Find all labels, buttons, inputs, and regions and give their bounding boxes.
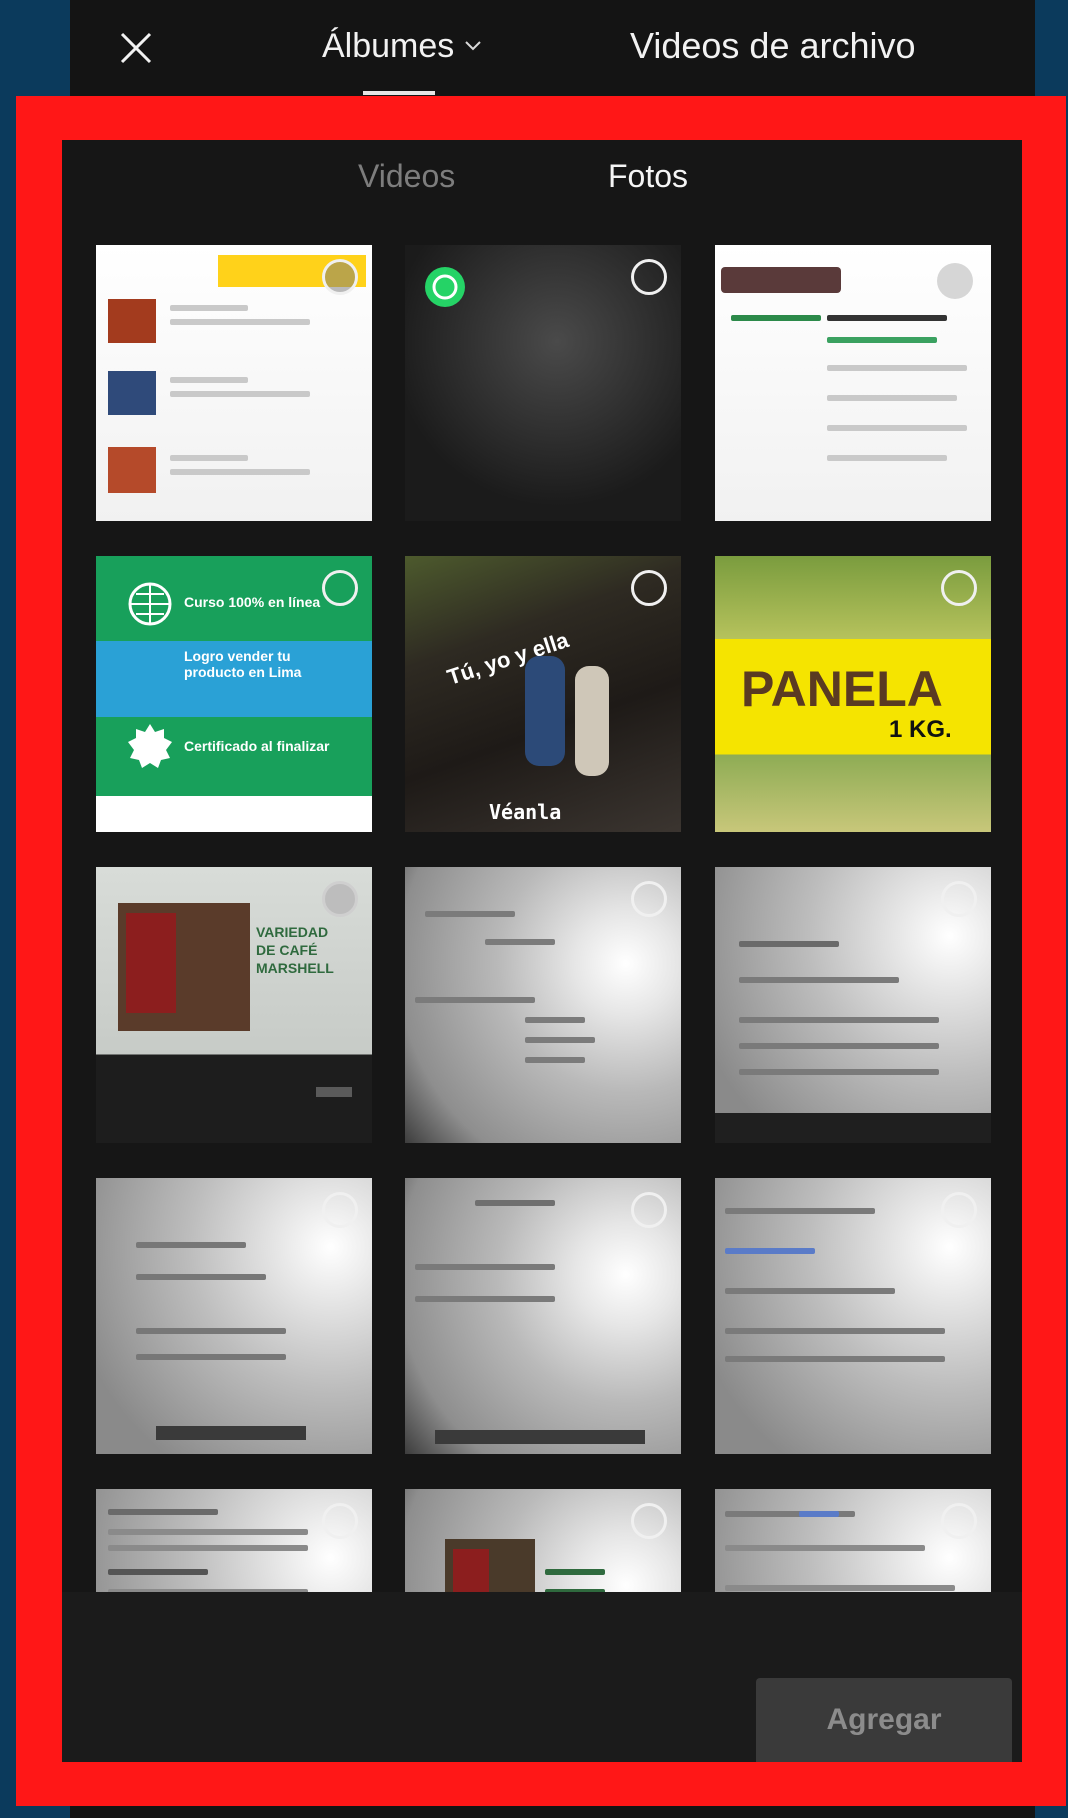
- course-text: Curso 100% en línea: [184, 594, 321, 610]
- panela-title: PANELA: [741, 661, 943, 717]
- select-circle[interactable]: [322, 1503, 358, 1539]
- select-circle[interactable]: [631, 1192, 667, 1228]
- albums-label: Álbumes: [322, 26, 455, 65]
- photo-thumbnail[interactable]: Curso 100% en línea Logro vender tu prod…: [96, 556, 372, 832]
- select-circle[interactable]: [322, 881, 358, 917]
- photo-thumbnail[interactable]: VARIEDAD DE CAFÉ MARSHELL: [96, 867, 372, 1143]
- photo-thumbnail[interactable]: [96, 245, 372, 521]
- albums-tab-indicator: [363, 91, 435, 95]
- photo-thumbnail[interactable]: PANELA 1 KG.: [715, 556, 991, 832]
- archive-videos-label: Videos de archivo: [630, 25, 916, 66]
- globe-icon: [128, 582, 172, 626]
- coffee-title: VARIEDAD DE CAFÉ MARSHELL: [256, 924, 334, 976]
- photo-thumbnail[interactable]: [405, 867, 681, 1143]
- tab-photos[interactable]: Fotos: [608, 158, 688, 195]
- photo-thumbnail[interactable]: [715, 245, 991, 521]
- select-circle[interactable]: [322, 259, 358, 295]
- select-circle[interactable]: [631, 881, 667, 917]
- select-circle[interactable]: [941, 570, 977, 606]
- albums-dropdown[interactable]: Álbumes: [322, 18, 482, 74]
- picker-header: Álbumes Videos de archivo: [70, 8, 1035, 96]
- sell-text: Logro vender tu producto en Lima: [184, 648, 302, 680]
- select-circle[interactable]: [631, 259, 667, 295]
- photo-thumbnail[interactable]: [96, 1178, 372, 1454]
- photo-thumbnail[interactable]: [715, 1178, 991, 1454]
- tab-videos[interactable]: Videos: [358, 158, 455, 195]
- add-button[interactable]: Agregar: [756, 1678, 1012, 1762]
- photo-thumbnail[interactable]: Tú, yo y ella Véanla: [405, 556, 681, 832]
- photo-thumbnail[interactable]: [405, 245, 681, 521]
- certificate-text: Certificado al finalizar: [184, 738, 330, 754]
- highlighted-media-panel: Videos Fotos Curso 100% en línea Logro v…: [16, 96, 1066, 1806]
- select-circle[interactable]: [322, 570, 358, 606]
- bottom-action-bar: Agregar: [62, 1592, 1022, 1762]
- media-type-tabs: Videos Fotos: [62, 158, 1022, 208]
- select-circle[interactable]: [631, 570, 667, 606]
- chevron-down-icon: [465, 41, 481, 51]
- badge-icon: [128, 724, 172, 768]
- panela-weight: 1 KG.: [889, 716, 952, 743]
- select-circle[interactable]: [941, 1192, 977, 1228]
- select-circle[interactable]: [941, 881, 977, 917]
- select-circle[interactable]: [631, 1503, 667, 1539]
- whatsapp-icon: [425, 267, 465, 307]
- select-circle[interactable]: [941, 1503, 977, 1539]
- tab-archive-videos[interactable]: Videos de archivo: [630, 18, 916, 74]
- select-circle[interactable]: [322, 1192, 358, 1228]
- street-caption: Véanla: [489, 800, 562, 824]
- close-button[interactable]: [110, 24, 162, 72]
- photo-thumbnail[interactable]: [405, 1178, 681, 1454]
- photo-thumbnail[interactable]: [715, 867, 991, 1143]
- close-icon: [120, 32, 152, 64]
